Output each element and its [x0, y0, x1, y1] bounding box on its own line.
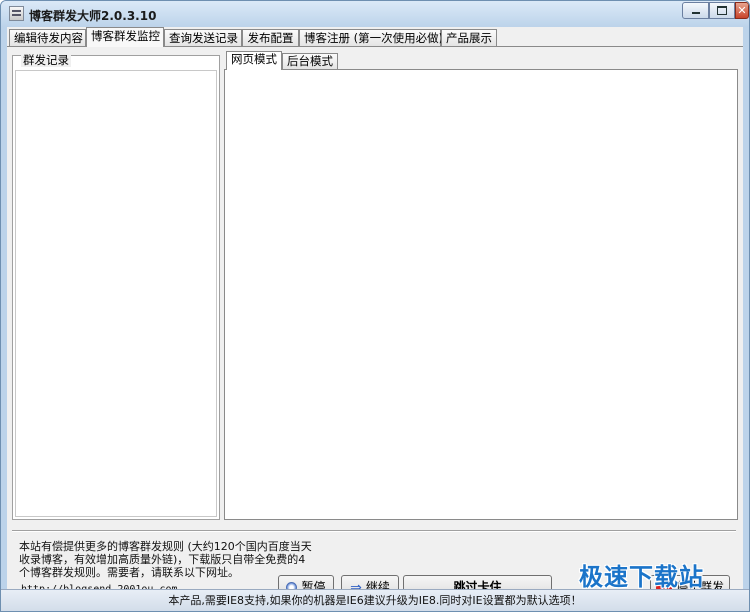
- maximize-icon: [717, 6, 727, 15]
- records-group: 群发记录: [12, 53, 220, 520]
- monitor-page: 群发记录 网页模式 后台模式 本站有偿提供更多的博客群发规则 (大约120个国内…: [7, 46, 743, 599]
- info-line: 收录博客，有效增加高质量外链)，下载版只自带全免费的4: [19, 553, 306, 566]
- window-title: 博客群发大师2.0.3.10: [29, 9, 157, 23]
- minimize-icon: [691, 12, 700, 14]
- minimize-button[interactable]: [682, 2, 709, 19]
- tab-edit-content[interactable]: 编辑待发内容: [9, 29, 86, 46]
- tab-blog-register[interactable]: 博客注册 (第一次使用必做): [299, 29, 443, 46]
- close-icon: ✕: [737, 4, 747, 17]
- main-tabs: 编辑待发内容 博客群发监控 查询发送记录 发布配置 博客注册 (第一次使用必做)…: [7, 27, 743, 47]
- tab-web-mode[interactable]: 网页模式: [226, 51, 282, 70]
- status-bar: 本产品,需要IE8支持,如果你的机器是IE6建议升级为IE8.同时对IE设置都为…: [1, 589, 749, 611]
- web-mode-panel[interactable]: [224, 69, 738, 520]
- maximize-button[interactable]: [709, 2, 735, 19]
- tab-product-showcase[interactable]: 产品展示: [441, 29, 497, 46]
- app-window: 博客群发大师2.0.3.10 ✕ 编辑待发内容 博客群发监控 查询发送记录 发布…: [0, 0, 750, 612]
- records-legend: 群发记录: [21, 53, 71, 67]
- tab-publish-config[interactable]: 发布配置: [242, 29, 299, 46]
- watermark-logo: 极速下载站: [579, 563, 704, 591]
- records-list[interactable]: [15, 70, 217, 517]
- close-button[interactable]: ✕: [735, 2, 749, 19]
- tab-monitor[interactable]: 博客群发监控: [86, 27, 164, 47]
- mode-tabs-area: 网页模式 后台模式: [224, 51, 738, 520]
- client-area: 编辑待发内容 博客群发监控 查询发送记录 发布配置 博客注册 (第一次使用必做)…: [7, 27, 743, 599]
- tab-background-mode[interactable]: 后台模式: [282, 53, 338, 69]
- info-line: 本站有偿提供更多的博客群发规则 (大约120个国内百度当天: [19, 540, 312, 553]
- app-icon: [9, 6, 24, 21]
- tab-query-records[interactable]: 查询发送记录: [164, 29, 242, 46]
- title-bar: 博客群发大师2.0.3.10 ✕: [1, 1, 749, 27]
- info-line: 个博客群发规则。需要者，请联系以下网址。: [19, 566, 239, 579]
- divider: [12, 530, 736, 532]
- info-text: 本站有偿提供更多的博客群发规则 (大约120个国内百度当天 收录博客，有效增加高…: [19, 540, 319, 579]
